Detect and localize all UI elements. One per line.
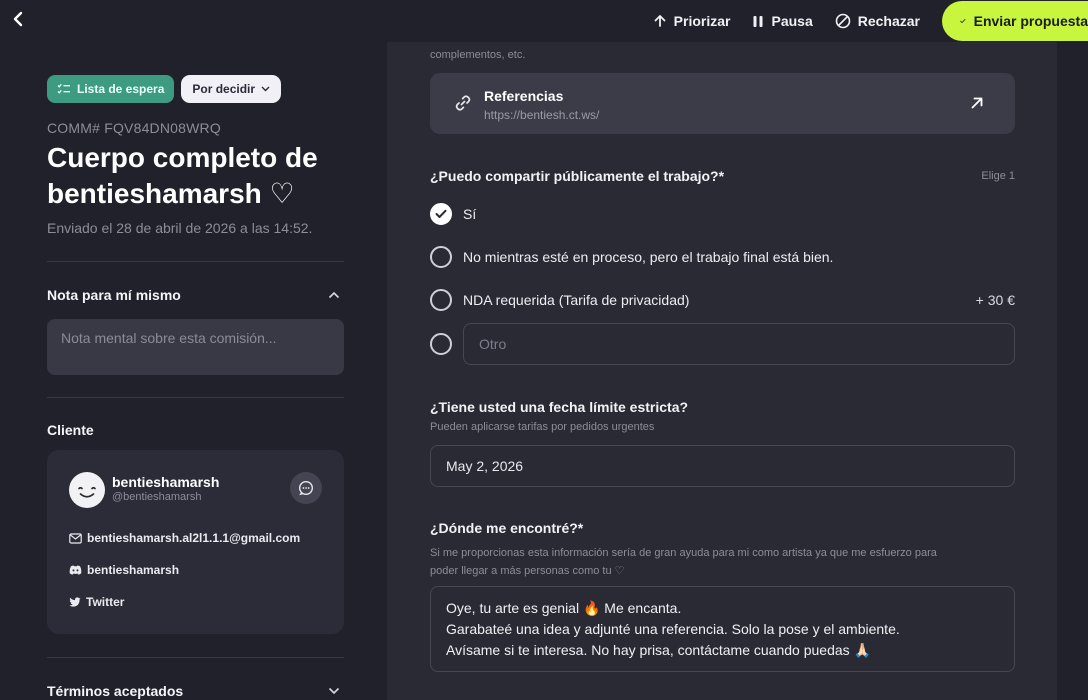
status-badges: Lista de espera Por decidir: [47, 75, 282, 103]
decision-dropdown[interactable]: Por decidir: [181, 75, 282, 103]
radio[interactable]: [430, 333, 452, 355]
twitter-icon: [69, 597, 81, 607]
note-placeholder: Nota mental sobre esta comisión...: [61, 330, 277, 346]
client-discord-row[interactable]: bentieshamarsh: [69, 563, 179, 577]
deadline-question: ¿Tiene usted una fecha límite estricta?: [430, 399, 689, 415]
found-hint: Si me proporcionas esta información serí…: [430, 544, 937, 580]
found-hint-line: Si me proporcionas esta información serí…: [430, 547, 937, 559]
client-section-header: Cliente: [47, 422, 344, 438]
send-proposal-button[interactable]: Enviar propuesta: [942, 1, 1088, 41]
chat-icon: [298, 480, 314, 496]
truncated-text: complementos, etc.: [430, 49, 526, 61]
chevron-left-icon: [13, 11, 23, 27]
reject-button[interactable]: Rechazar: [835, 13, 920, 29]
share-hint: Elige 1: [981, 170, 1015, 182]
reference-link-card[interactable]: Referencias https://bentiesh.ct.ws/: [430, 73, 1015, 134]
found-answer-textarea[interactable]: Oye, tu arte es genial 🔥 Me encanta. Gar…: [430, 586, 1015, 672]
pause-label: Pausa: [771, 13, 813, 29]
radio[interactable]: [430, 289, 452, 311]
client-email-row[interactable]: bentieshamarsh.al2l1.1.1@gmail.com: [69, 531, 300, 545]
page-title: Cuerpo completo de bentieshamarsh ♡: [47, 142, 318, 209]
chevron-up-icon[interactable]: [328, 291, 340, 299]
other-input[interactable]: Otro: [463, 323, 1015, 365]
found-question: ¿Dónde me encontré?*: [430, 520, 584, 536]
prioritize-button[interactable]: Priorizar: [653, 13, 731, 29]
check-icon: [960, 18, 966, 24]
discord-icon: [69, 565, 82, 575]
share-option-label: No mientras esté en proceso, pero el tra…: [463, 249, 834, 265]
client-discord: bentieshamarsh: [87, 563, 180, 577]
pause-icon: [753, 15, 763, 27]
back-button[interactable]: [8, 8, 28, 30]
chevron-down-icon: [261, 86, 270, 92]
note-textarea[interactable]: Nota mental sobre esta comisión...: [47, 319, 344, 375]
share-option-label: NDA requerida (Tarifa de privacidad): [463, 292, 690, 308]
pause-button[interactable]: Pausa: [752, 13, 813, 29]
deadline-hint: Pueden aplicarse tarifas por pedidos urg…: [430, 421, 655, 433]
answer-line: Garabateé una idea y adjunté una referen…: [446, 621, 900, 637]
nda-price: + 30 €: [975, 292, 1015, 308]
send-proposal-label: Enviar propuesta: [973, 13, 1088, 29]
commission-id: COMM# FQV84DN08WRQ: [47, 120, 221, 136]
client-heading: Cliente: [47, 422, 94, 438]
terms-section-header[interactable]: Términos aceptados: [47, 683, 344, 699]
found-hint-line: poder llegar a más personas como tu ♡: [430, 565, 625, 577]
smiley-avatar-icon: [78, 486, 96, 498]
answer-line: Oye, tu arte es genial 🔥 Me encanta.: [446, 600, 682, 616]
share-option-yes[interactable]: Sí: [430, 203, 476, 225]
deadline-date-input[interactable]: May 2, 2026: [430, 445, 1015, 487]
share-option-label: Sí: [463, 206, 477, 222]
terms-heading: Términos aceptados: [47, 683, 184, 699]
block-icon: [835, 13, 851, 29]
client-name: bentieshamarsh: [112, 474, 220, 490]
mail-icon: [69, 532, 82, 544]
share-option-other[interactable]: [430, 333, 452, 355]
top-bar: Priorizar Pausa Rechazar Enviar propuest…: [0, 0, 1088, 42]
answer-line: Avísame si te interesa. No hay prisa, co…: [446, 642, 871, 658]
arrow-up-icon: [654, 15, 666, 27]
share-question: ¿Puedo compartir públicamente el trabajo…: [430, 168, 725, 184]
commission-form-panel: complementos, etc. Referencias https://b…: [387, 0, 1057, 700]
reference-title: Referencias: [484, 88, 564, 104]
deadline-value: May 2, 2026: [446, 458, 524, 474]
divider: [47, 397, 344, 398]
client-twitter: Twitter: [86, 595, 125, 609]
radio[interactable]: [430, 246, 452, 268]
divider: [47, 657, 344, 658]
message-client-button[interactable]: [290, 472, 322, 504]
client-handle: @bentieshamarsh: [112, 491, 202, 503]
external-link-icon: [971, 97, 983, 109]
link-icon: [455, 95, 471, 111]
decision-label: Por decidir: [192, 82, 256, 96]
note-heading: Nota para mí mismo: [47, 287, 181, 303]
client-email: bentieshamarsh.al2l1.1.1@gmail.com: [87, 531, 301, 545]
reject-label: Rechazar: [857, 13, 920, 29]
client-card: bentieshamarsh @bentieshamarsh bentiesha…: [47, 450, 344, 634]
divider: [47, 261, 344, 262]
status-badge: Lista de espera: [47, 75, 175, 103]
avatar: [69, 472, 105, 508]
check-icon: [435, 209, 447, 218]
action-bar: Priorizar Pausa Rechazar Enviar propuest…: [653, 0, 1088, 42]
note-section-header[interactable]: Nota para mí mismo: [47, 287, 344, 303]
sent-date: Enviado el 28 de abril de 2026 a las 14:…: [47, 220, 313, 236]
checklist-icon: [57, 83, 70, 94]
reference-url: https://bentiesh.ct.ws/: [484, 108, 600, 122]
share-option-nda[interactable]: NDA requerida (Tarifa de privacidad): [430, 289, 689, 311]
client-twitter-row[interactable]: Twitter: [69, 595, 124, 609]
chevron-down-icon[interactable]: [328, 687, 340, 695]
radio-checked[interactable]: [430, 203, 452, 225]
share-option-not-in-progress[interactable]: No mientras esté en proceso, pero el tra…: [430, 246, 833, 268]
prioritize-label: Priorizar: [673, 13, 731, 29]
other-placeholder: Otro: [479, 336, 507, 352]
status-badge-label: Lista de espera: [77, 82, 165, 96]
